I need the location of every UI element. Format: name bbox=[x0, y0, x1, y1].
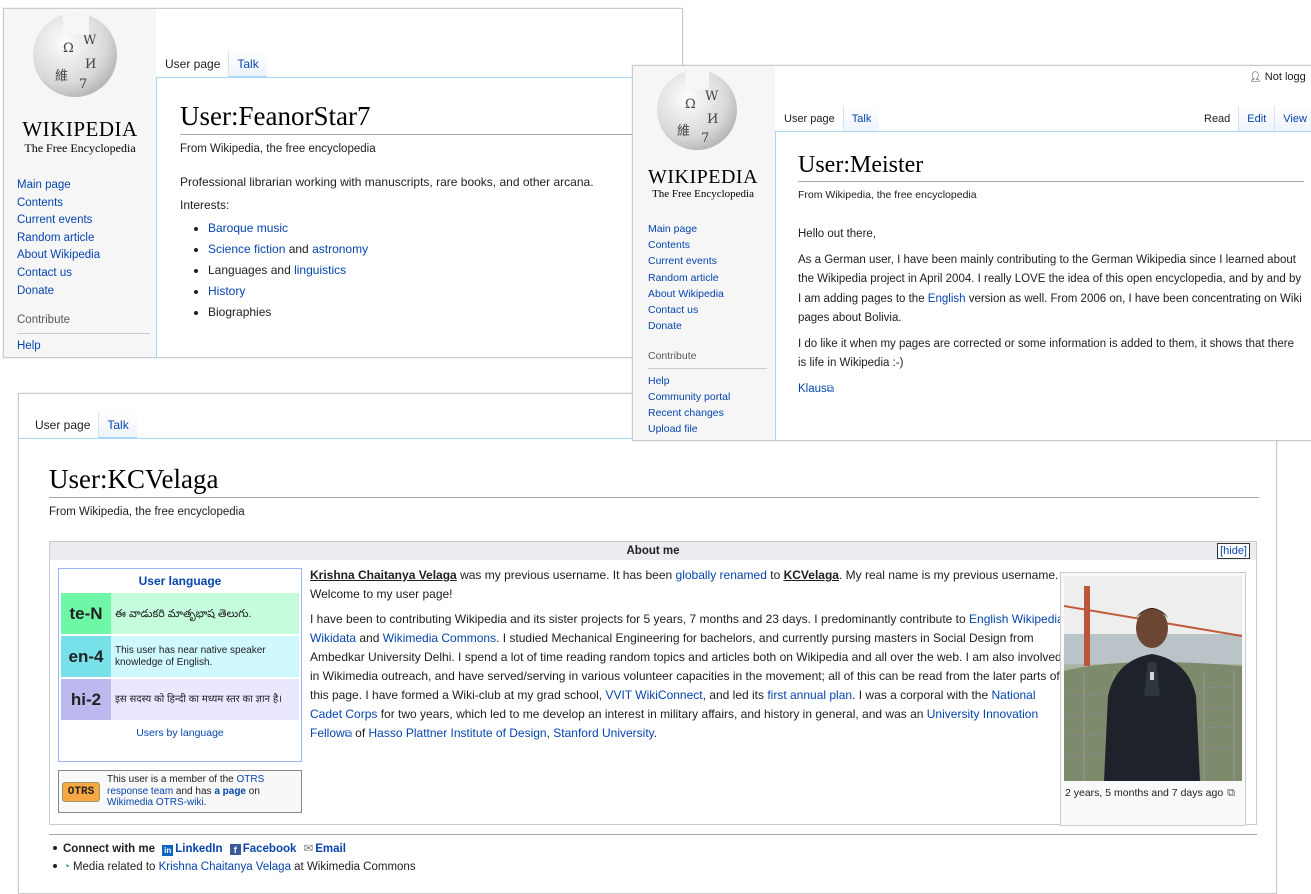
sidebar: Ω W И 維 7 WIKIPEDIA The Free Encyclopedi… bbox=[4, 9, 156, 357]
user-photo-frame: 2 years, 5 months and 7 days ago ⧉ bbox=[1060, 572, 1246, 826]
page-tabs: User page Talk bbox=[27, 410, 137, 438]
nav-main-page[interactable]: Main page bbox=[648, 221, 773, 237]
tab-read[interactable]: Read bbox=[1196, 106, 1239, 132]
page-tagline: From Wikipedia, the free encyclopedia bbox=[49, 506, 245, 518]
enlarge-icon[interactable]: ⧉ bbox=[1227, 787, 1235, 800]
main-content: User:Meister From Wikipedia, the free en… bbox=[775, 131, 1311, 440]
nav-current-events[interactable]: Current events bbox=[17, 212, 156, 230]
external-link-icon: ⧉ bbox=[826, 383, 834, 395]
userbox-en: en-4 This user has near native speaker k… bbox=[61, 636, 299, 677]
userbox-hi: hi-2 इस सदस्य को हिन्दी का मध्यम स्तर का… bbox=[61, 679, 299, 720]
nav-donate[interactable]: Donate bbox=[648, 318, 773, 334]
list-item: Baroque music bbox=[208, 220, 682, 236]
list-item: Biographies bbox=[208, 304, 682, 320]
nav-about-wikipedia[interactable]: About Wikipedia bbox=[648, 286, 773, 302]
page-tabs: User page Talk bbox=[776, 104, 880, 132]
footer-list: Connect with me in LinkedIn f Facebook ✉ Em… bbox=[53, 840, 416, 876]
tab-talk[interactable]: Talk bbox=[228, 51, 267, 77]
external-link-icon: ⧉ bbox=[344, 729, 352, 740]
interests-list: Baroque music Science fiction and astron… bbox=[208, 220, 682, 320]
about-text: Krishna Chaitanya Velaga was my previous… bbox=[310, 566, 1070, 750]
nav-random-article[interactable]: Random article bbox=[648, 270, 773, 286]
users-by-language-link[interactable]: Users by language bbox=[59, 727, 301, 739]
nav-contents[interactable]: Contents bbox=[648, 237, 773, 253]
interests-label: Interests: bbox=[180, 198, 230, 212]
nav-recent-changes[interactable]: Recent changes bbox=[648, 405, 773, 421]
about-heading: About me [hide] bbox=[50, 542, 1256, 560]
window-meister: Ω W И 維 7 WIKIPEDIA The Free Encyclopedi… bbox=[632, 65, 1311, 441]
tab-edit[interactable]: Edit bbox=[1238, 106, 1275, 132]
otrs-badge[interactable]: OTRS bbox=[62, 781, 100, 802]
intro-text: Professional librarian working with manu… bbox=[180, 175, 594, 189]
wikipedia-globe-logo[interactable]: Ω W И 維 7 bbox=[33, 13, 117, 97]
nav-contents[interactable]: Contents bbox=[17, 195, 156, 213]
list-item: Science fiction and astronomy bbox=[208, 241, 682, 257]
email-icon[interactable]: ✉ bbox=[304, 843, 314, 855]
nav-upload-file[interactable]: Upload file bbox=[648, 421, 773, 437]
nav-donate[interactable]: Donate bbox=[17, 283, 156, 301]
about-me-box: About me [hide] User language te-N ఈ వాడ… bbox=[49, 541, 1257, 826]
about-paragraph-2: I have been to contributing Wikipedia an… bbox=[310, 612, 1067, 740]
facebook-icon[interactable]: f bbox=[229, 844, 241, 855]
wikipedia-wordmark: WIKIPEDIA The Free Encyclopedia bbox=[22, 117, 138, 155]
nav-contact-us[interactable]: Contact us bbox=[648, 302, 773, 318]
photo-illustration bbox=[1064, 576, 1242, 781]
babel-box: User language te-N ఈ వాడుకరి మాతృభాష తెల… bbox=[58, 568, 302, 762]
nav-help[interactable]: Help bbox=[648, 373, 773, 389]
list-item: ◔ Media related to Krishna Chaitanya Vela… bbox=[53, 858, 416, 876]
tab-user-page[interactable]: User page bbox=[157, 51, 229, 77]
photo-caption: 2 years, 5 months and 7 days ago bbox=[1065, 787, 1224, 799]
page-tabs: User page Talk bbox=[157, 49, 267, 77]
linkedin-icon[interactable]: in bbox=[162, 845, 174, 856]
page-title: User:KCVelaga bbox=[49, 464, 1259, 498]
list-item: History bbox=[208, 283, 682, 299]
babel-title[interactable]: User language bbox=[59, 569, 301, 591]
nav-help[interactable]: Help bbox=[17, 338, 156, 356]
view-tabs: Read Edit View h bbox=[1196, 104, 1311, 151]
nav-about-wikipedia[interactable]: About Wikipedia bbox=[17, 247, 156, 265]
list-item: Languages and linguistics bbox=[208, 262, 682, 278]
main-content: User:FeanorStar7 From Wikipedia, the fre… bbox=[156, 77, 682, 357]
nav-contact-us[interactable]: Contact us bbox=[17, 265, 156, 283]
wikipedia-wordmark: WIKIPEDIA The Free Encyclopedia bbox=[647, 166, 759, 200]
paragraph-2: I do like it when my pages are corrected… bbox=[798, 337, 1295, 370]
nav-community-portal[interactable]: Community portal bbox=[648, 389, 773, 405]
nav-random-article[interactable]: Random article bbox=[17, 230, 156, 248]
window-feanorstar7: Ω W И 維 7 WIKIPEDIA The Free Encyclopedi… bbox=[3, 8, 683, 358]
page-title: User:FeanorStar7 bbox=[180, 101, 682, 135]
user-status[interactable]: 👤︎ Not logg bbox=[1249, 71, 1306, 83]
sidebar-nav: Main page Contents Current events Random… bbox=[17, 177, 156, 355]
page-title: User:Meister bbox=[798, 152, 1304, 182]
list-item: Connect with me in LinkedIn f Facebook ✉ Em… bbox=[53, 840, 416, 858]
sidebar-nav: Main page Contents Current events Random… bbox=[648, 221, 773, 437]
userbox-te: te-N ఈ వాడుకరి మాతృభాష తెలుగు. bbox=[61, 593, 299, 634]
page-tagline: From Wikipedia, the free encyclopedia bbox=[180, 143, 376, 155]
contribute-heading: Contribute bbox=[17, 312, 150, 334]
tab-talk[interactable]: Talk bbox=[842, 106, 880, 132]
nav-main-page[interactable]: Main page bbox=[17, 177, 156, 195]
body-text: Hello out there, As a German user, I hav… bbox=[798, 225, 1304, 399]
about-paragraph-1: Krishna Chaitanya Velaga was my previous… bbox=[310, 568, 1059, 601]
tab-talk[interactable]: Talk bbox=[98, 412, 137, 438]
sidebar: Ω W И 維 7 WIKIPEDIA The Free Encyclopedi… bbox=[633, 66, 775, 440]
nav-current-events[interactable]: Current events bbox=[648, 253, 773, 269]
greeting: Hello out there, bbox=[798, 228, 876, 240]
signature: Klaus⧉ bbox=[798, 382, 834, 395]
commons-icon: ◔ bbox=[63, 861, 70, 873]
user-photo[interactable] bbox=[1064, 576, 1242, 781]
otrs-userbox: OTRS This user is a member of the OTRS r… bbox=[58, 770, 302, 813]
wikipedia-globe-logo[interactable]: Ω W И 維 7 bbox=[657, 70, 737, 150]
window-kcvelaga: User page Talk User:KCVelaga From Wikipe… bbox=[18, 393, 1277, 894]
hide-button[interactable]: [hide] bbox=[1217, 543, 1250, 559]
contribute-heading: Contribute bbox=[648, 348, 767, 369]
user-icon: 👤︎ bbox=[1249, 72, 1262, 83]
paragraph-1: As a German user, I have been mainly con… bbox=[798, 253, 1302, 325]
tab-view-history[interactable]: View h bbox=[1274, 106, 1311, 151]
page-tagline: From Wikipedia, the free encyclopedia bbox=[798, 189, 977, 201]
tab-user-page[interactable]: User page bbox=[27, 412, 99, 438]
tab-user-page[interactable]: User page bbox=[776, 106, 843, 132]
